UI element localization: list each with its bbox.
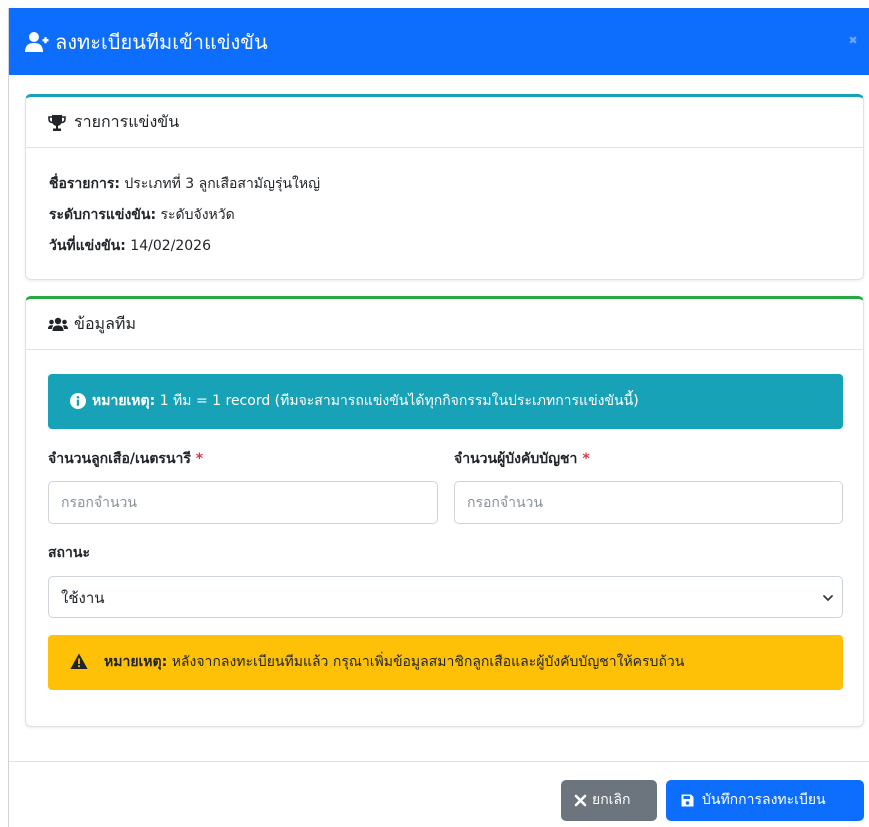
team-card: ข้อมูลทีม หมายเหตุ: 1 ทีม = 1 record (ที… [25,296,864,727]
warning-triangle-icon [70,653,88,669]
users-icon [48,317,68,331]
team-card-header: ข้อมูลทีม [26,299,863,350]
team-card-title: ข้อมูลทีม [74,314,136,333]
leaders-count-label-text: จำนวนผู้บังคับบัญชา [454,451,578,467]
required-marker: * [582,451,590,467]
user-plus-icon [25,32,49,52]
scouts-count-input[interactable] [48,481,438,524]
competition-level-line: ระดับการแข่งขัน: ระดับจังหวัด [49,205,235,225]
competition-card-header: รายการแข่งขัน [26,97,863,148]
status-label: สถานะ [48,545,90,561]
chevron-down-icon [823,595,833,601]
competition-name-label: ชื่อรายการ: [49,176,120,192]
info-alert: หมายเหตุ: 1 ทีม = 1 record (ทีมจะสามารถแ… [48,374,843,429]
info-alert-label: หมายเหตุ: [92,393,156,409]
competition-date-label: วันที่แข่งขัน: [49,238,126,254]
competition-level-label: ระดับการแข่งขัน: [49,207,157,223]
required-marker: * [195,451,204,467]
modal-header: ลงทะเบียนทีมเข้าแข่งขัน ✖ [9,8,869,75]
competition-name-value: ประเภทที่ 3 ลูกเสือสามัญรุ่นใหญ่ [124,176,321,192]
warning-alert-label: หมายเหตุ: [104,654,168,670]
competition-date-line: วันที่แข่งขัน: 14/02/2026 [49,236,211,256]
scouts-count-label: จำนวนลูกเสือ/เนตรนารี * [48,449,203,469]
status-select[interactable]: ใช้งาน [48,576,843,618]
save-button-label: บันทึกการลงทะเบียน [702,792,826,808]
scouts-count-label-text: จำนวนลูกเสือ/เนตรนารี [48,451,191,467]
save-icon [681,794,694,807]
info-alert-text: หมายเหตุ: 1 ทีม = 1 record (ทีมจะสามารถแ… [92,391,639,411]
info-circle-icon [70,393,86,409]
footer-divider [9,761,869,762]
leaders-count-label: จำนวนผู้บังคับบัญชา * [454,449,590,469]
info-alert-message: 1 ทีม = 1 record (ทีมจะสามารถแข่งขันได้ท… [159,393,639,409]
competition-name-line: ชื่อรายการ: ประเภทที่ 3 ลูกเสือสามัญรุ่น… [49,174,320,194]
warning-alert: หมายเหตุ: หลังจากลงทะเบียนทีมแล้ว กรุณาเ… [48,635,843,690]
cancel-button-label: ยกเลิก [592,792,631,808]
competition-level-value: ระดับจังหวัด [160,207,235,223]
times-icon [574,794,587,807]
warning-alert-message: หลังจากลงทะเบียนทีมแล้ว กรุณาเพิ่มข้อมูล… [171,654,685,670]
warning-alert-text: หมายเหตุ: หลังจากลงทะเบียนทีมแล้ว กรุณาเ… [104,652,684,672]
modal-title: ลงทะเบียนทีมเข้าแข่งขัน [55,30,268,54]
leaders-count-input[interactable] [454,481,843,524]
status-selected-value: ใช้งาน [61,589,105,607]
competition-card: รายการแข่งขัน ชื่อรายการ: ประเภทที่ 3 ลู… [25,94,864,280]
save-registration-button[interactable]: บันทึกการลงทะเบียน [666,780,864,821]
cancel-button[interactable]: ยกเลิก [561,780,657,821]
competition-card-title: รายการแข่งขัน [74,112,180,131]
close-icon[interactable]: ✖ [846,34,860,48]
register-team-modal: ลงทะเบียนทีมเข้าแข่งขัน ✖ รายการแข่งขัน … [8,8,869,827]
competition-date-value: 14/02/2026 [130,238,211,254]
trophy-icon [48,115,66,131]
